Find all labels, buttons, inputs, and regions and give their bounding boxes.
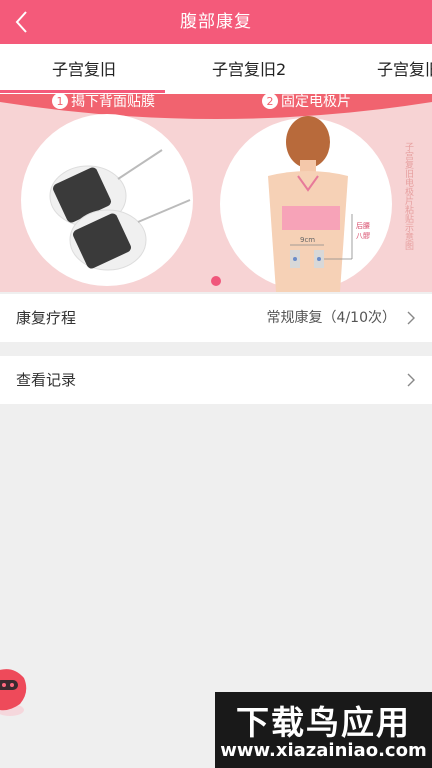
svg-text:2: 2 <box>267 95 274 108</box>
carousel-dot-active[interactable] <box>211 276 221 286</box>
chevron-right-icon <box>407 373 415 387</box>
active-tab-indicator <box>0 90 165 93</box>
tab-uterus-recovery-3[interactable]: 子宫复旧 <box>377 44 432 94</box>
assistant-robot-icon[interactable] <box>0 664 28 720</box>
svg-text:八髎: 八髎 <box>356 232 370 240</box>
instruction-banner[interactable]: 1 揭下背面贴膜 2 固定电极片 9cm 后腰 八髎 子宫复旧电极片粘贴示意图 <box>0 94 432 292</box>
app-header: 腹部康复 <box>0 0 432 44</box>
banner-illustration: 1 揭下背面贴膜 2 固定电极片 9cm 后腰 八髎 子宫复旧电极片粘贴示意图 <box>0 94 432 292</box>
svg-text:子宫复旧电极片粘贴示意图: 子宫复旧电极片粘贴示意图 <box>403 142 414 251</box>
recovery-course-label: 康复疗程 <box>16 309 77 327</box>
svg-text:1: 1 <box>57 95 64 108</box>
tab-uterus-recovery-2[interactable]: 子宫复旧2 <box>212 44 286 94</box>
tab-uterus-recovery[interactable]: 子宫复旧 <box>52 44 116 94</box>
svg-text:9cm: 9cm <box>300 236 315 244</box>
watermark-main-text: 下载鸟应用 <box>236 703 411 742</box>
view-records-label: 查看记录 <box>16 371 77 389</box>
svg-text:揭下背面贴膜: 揭下背面贴膜 <box>71 94 155 110</box>
tab-bar: 子宫复旧 子宫复旧2 子宫复旧 <box>0 44 432 94</box>
recovery-course-value: 常规康复（4/10次） <box>266 310 396 326</box>
svg-text:后腰: 后腰 <box>356 221 370 230</box>
svg-text:固定电极片: 固定电极片 <box>281 94 351 110</box>
view-records-row[interactable]: 查看记录 <box>0 356 432 404</box>
watermark-url: www.xiazainiao.com <box>220 740 427 761</box>
page-title: 腹部康复 <box>180 12 252 32</box>
recovery-course-row[interactable]: 康复疗程 常规康复（4/10次） <box>0 294 432 342</box>
watermark-logo: 下载鸟应用 www.xiazainiao.com <box>215 692 432 768</box>
chevron-right-icon <box>407 311 415 325</box>
